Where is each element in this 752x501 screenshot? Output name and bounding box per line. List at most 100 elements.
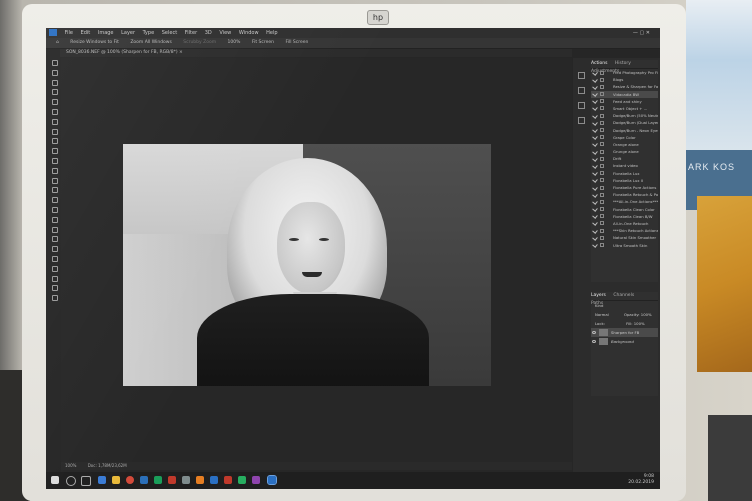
action-toggle-icon[interactable] [592, 91, 598, 97]
tab-history[interactable]: History [615, 61, 631, 66]
dialog-toggle-icon[interactable] [600, 149, 604, 154]
path-select-icon[interactable] [52, 226, 58, 233]
action-toggle-icon[interactable] [592, 177, 598, 184]
document-canvas[interactable] [61, 58, 572, 473]
healing-brush-icon[interactable] [52, 128, 58, 135]
dialog-toggle-icon[interactable] [600, 113, 604, 118]
dialog-toggle-icon[interactable] [600, 99, 604, 104]
action-item[interactable]: Grape Color [591, 134, 658, 141]
edge-icon[interactable] [98, 476, 106, 484]
windows-start-icon[interactable] [51, 476, 59, 484]
mail-icon[interactable] [140, 476, 148, 484]
action-item[interactable]: All-in-One Retouch [591, 220, 658, 227]
action-item[interactable]: Resize & Sharpen for Face... [591, 83, 658, 90]
action-toggle-icon[interactable] [592, 69, 598, 76]
action-item[interactable]: ***Skin Retouch Actions*** [591, 227, 658, 234]
action-toggle-icon[interactable] [592, 191, 598, 198]
opacity-value[interactable]: 100% [641, 312, 652, 317]
menu-edit[interactable]: Edit [81, 30, 91, 36]
quick-mask-icon[interactable] [52, 285, 58, 292]
app-icon-gray[interactable] [182, 476, 190, 484]
action-item[interactable]: Florabella Lux II [591, 177, 658, 184]
option-scrubby-zoom[interactable]: Scrubby Zoom [183, 40, 216, 45]
properties-panel-icon[interactable] [578, 87, 585, 94]
pen-tool-icon[interactable] [52, 206, 58, 213]
blend-mode-select[interactable]: Normal [595, 312, 609, 317]
marquee-tool-icon[interactable] [52, 69, 58, 76]
dialog-toggle-icon[interactable] [600, 77, 604, 82]
action-item[interactable]: Florabella Pure Actions [591, 184, 658, 191]
dialog-toggle-icon[interactable] [600, 228, 604, 233]
dialog-toggle-icon[interactable] [600, 106, 604, 111]
screen-mode-icon[interactable] [52, 295, 58, 302]
menu-window[interactable]: Window [239, 30, 259, 36]
tab-actions[interactable]: Actions [591, 61, 607, 66]
chrome-icon[interactable] [126, 476, 134, 484]
brush-tool-icon[interactable] [52, 138, 58, 145]
menu-image[interactable]: Image [98, 30, 114, 36]
action-toggle-icon[interactable] [592, 199, 598, 205]
action-item[interactable]: Dodge/Burn (50% Neutral... [591, 112, 658, 119]
action-item[interactable]: Florabella Clean B/W [591, 213, 658, 220]
clone-stamp-icon[interactable] [52, 148, 58, 155]
app-icon-red[interactable] [168, 476, 176, 484]
fill-value[interactable]: 100% [634, 321, 645, 326]
action-toggle-icon[interactable] [592, 163, 598, 169]
action-toggle-icon[interactable] [592, 148, 598, 155]
dialog-toggle-icon[interactable] [600, 120, 604, 125]
action-item[interactable]: Natural Skin Smoother [591, 234, 658, 241]
hand-tool-icon[interactable] [52, 246, 58, 253]
file-explorer-icon[interactable] [112, 476, 120, 484]
home-icon[interactable]: ⌂ [56, 40, 59, 45]
action-item[interactable]: Dodge/Burn (Dual Layer) [591, 119, 658, 126]
dialog-toggle-icon[interactable] [600, 70, 604, 75]
dodge-tool-icon[interactable] [52, 197, 58, 204]
dialog-toggle-icon[interactable] [600, 243, 604, 247]
tab-layers[interactable]: Layers [591, 293, 606, 298]
eyedropper-tool-icon[interactable] [52, 118, 58, 125]
dialog-toggle-icon[interactable] [600, 221, 604, 226]
menu-select[interactable]: Select [162, 30, 177, 36]
action-item[interactable]: Florabella Clean Color [591, 206, 658, 213]
type-tool-icon[interactable] [52, 216, 58, 223]
app-icon-green-2[interactable] [238, 476, 246, 484]
action-item[interactable]: Drift [591, 155, 658, 162]
zoom-tool-icon[interactable] [52, 255, 58, 262]
action-item[interactable]: Florabella Lux [591, 170, 658, 177]
action-item[interactable]: Orange alone [591, 141, 658, 148]
app-icon-orange[interactable] [196, 476, 204, 484]
action-toggle-icon[interactable] [592, 227, 598, 234]
search-icon[interactable] [66, 476, 76, 486]
app-icon-purple[interactable] [252, 476, 260, 484]
dialog-toggle-icon[interactable] [600, 128, 604, 132]
app-icon-red-2[interactable] [224, 476, 232, 484]
menu-3d[interactable]: 3D [205, 30, 212, 36]
action-item[interactable]: Fred Photography Pro Fi... [591, 69, 658, 76]
action-item[interactable]: Feed and shiny [591, 98, 658, 105]
styles-panel-icon[interactable] [578, 117, 585, 124]
action-toggle-icon[interactable] [592, 76, 598, 83]
dialog-toggle-icon[interactable] [600, 192, 604, 197]
system-clock[interactable]: 9:08 20.02.2019 [628, 474, 654, 486]
dialog-toggle-icon[interactable] [600, 142, 604, 147]
dialog-toggle-icon[interactable] [600, 207, 604, 212]
color-swatches-icon[interactable] [52, 275, 58, 282]
visibility-eye-icon[interactable] [592, 340, 596, 343]
move-tool-icon[interactable] [52, 60, 58, 66]
dialog-toggle-icon[interactable] [600, 178, 604, 183]
dialog-toggle-icon[interactable] [600, 135, 604, 140]
dialog-toggle-icon[interactable] [600, 214, 604, 219]
lightroom-icon[interactable] [210, 476, 218, 484]
lasso-tool-icon[interactable] [52, 79, 58, 86]
gradient-tool-icon[interactable] [52, 177, 58, 184]
action-item[interactable]: Florabella Retouch & Pol... [591, 191, 658, 198]
dialog-toggle-icon[interactable] [600, 84, 604, 89]
action-item[interactable]: Ultra Smooth Skin [591, 242, 658, 249]
action-toggle-icon[interactable] [592, 141, 598, 148]
layer-item-sharpen[interactable]: Sharpen for FB [591, 328, 658, 337]
dialog-toggle-icon[interactable] [600, 199, 604, 204]
option-resize-windows[interactable]: Resize Windows to Fit [70, 40, 119, 45]
history-brush-icon[interactable] [52, 157, 58, 164]
option-fit-screen[interactable]: Fit Screen [252, 40, 274, 45]
menu-help[interactable]: Help [266, 30, 277, 36]
